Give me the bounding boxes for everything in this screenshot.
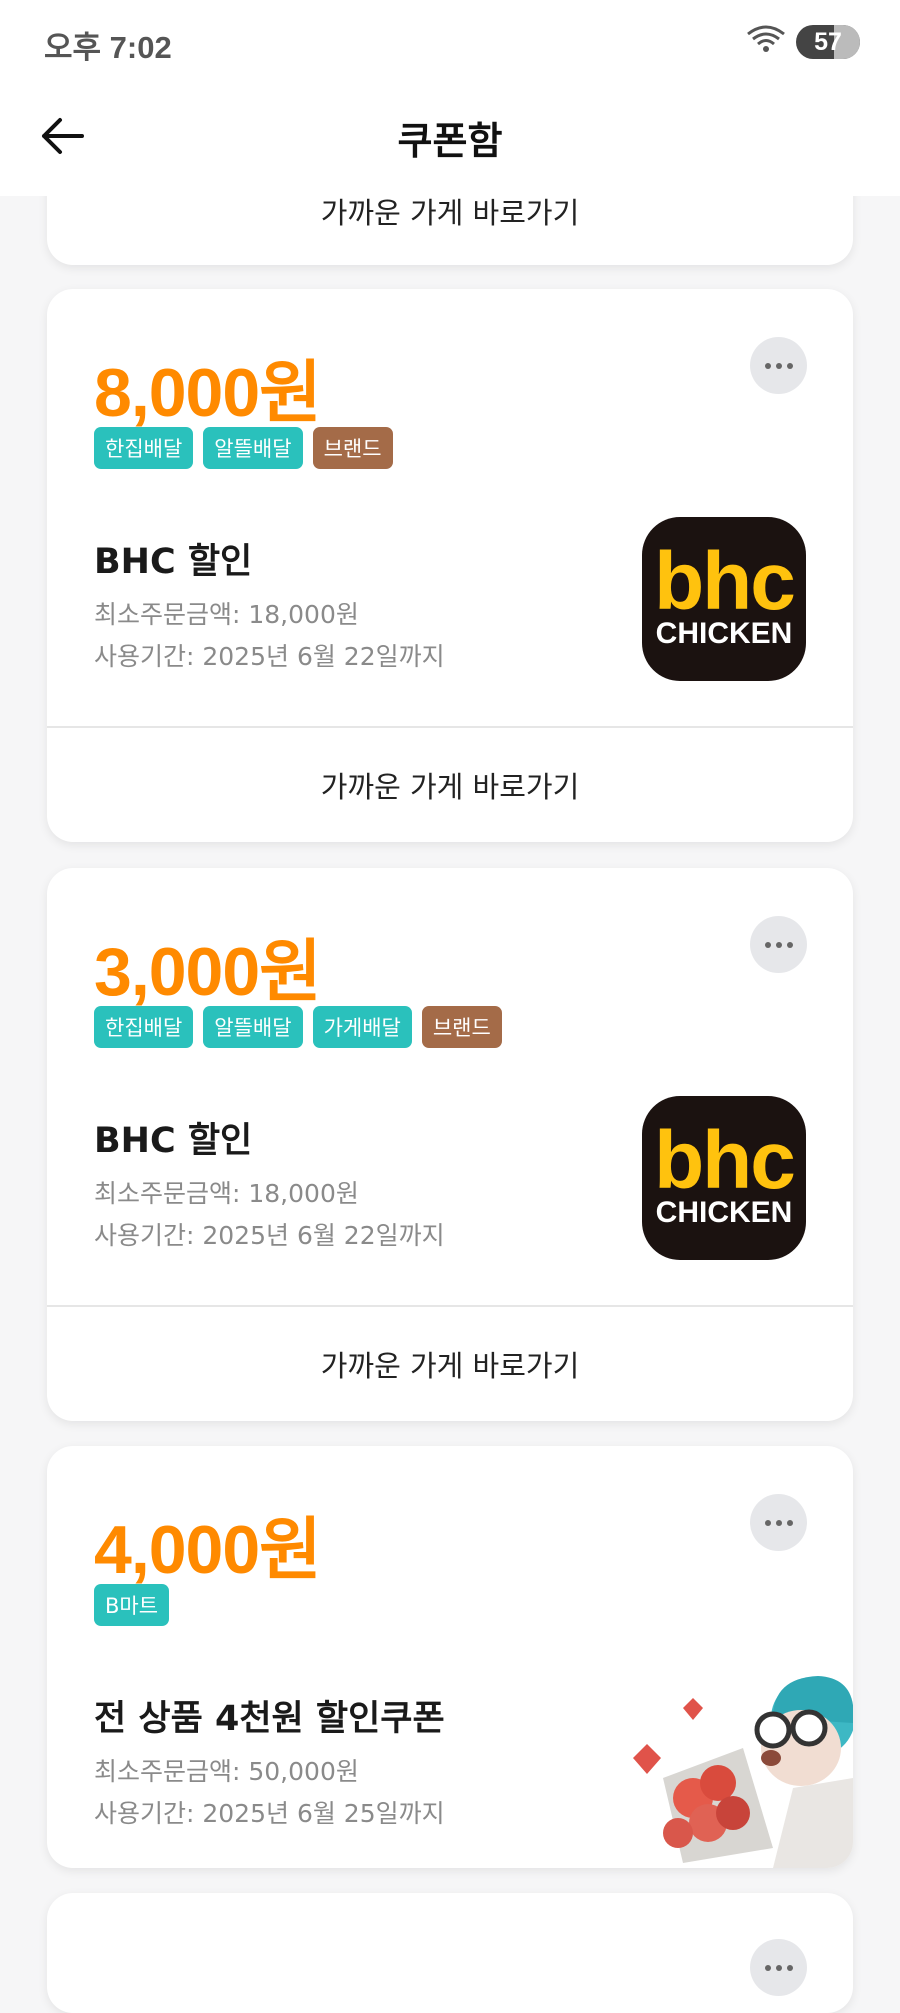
coupon-min-order: 최소주문금액: 18,000원 <box>94 600 359 629</box>
tag-badge: 알뜰배달 <box>203 427 303 469</box>
brand-tag-badge: 브랜드 <box>312 427 393 469</box>
more-options-button[interactable] <box>750 1494 807 1551</box>
dot-icon <box>775 941 782 948</box>
tag-badge: 한집배달 <box>94 1006 194 1048</box>
more-options-button[interactable] <box>750 916 807 973</box>
dot-icon <box>764 1519 771 1526</box>
dot-icon <box>786 1964 793 1971</box>
coupon-period: 사용기간: 2025년 6월 22일까지 <box>94 1221 445 1250</box>
dot-icon <box>775 1519 782 1526</box>
dot-icon <box>786 941 793 948</box>
coupon-body: 4,000원 B마트 전 상품 4천원 할인쿠폰 최소주문금액: 50,000원… <box>47 1446 853 1868</box>
coupon-card: 8,000원 한집배달 알뜰배달 브랜드 BHC 할인 최소주문금액: 18,0… <box>47 289 853 842</box>
nearby-store-link[interactable]: 가까운 가게 바로가기 <box>47 1305 853 1421</box>
coupon-tags: 한집배달 알뜰배달 가게배달 브랜드 <box>94 1006 502 1048</box>
bhc-logo: bhc CHICKEN <box>642 1096 806 1260</box>
more-options-button[interactable] <box>750 337 807 394</box>
dot-icon <box>764 1964 771 1971</box>
coupon-amount: 3,000원 <box>94 934 322 1010</box>
coupon-body: 8,000원 한집배달 알뜰배달 브랜드 BHC 할인 최소주문금액: 18,0… <box>47 289 853 727</box>
status-bar: 오후 7:02 57 <box>0 0 900 84</box>
app-header: 쿠폰함 <box>0 84 900 196</box>
coupon-amount: 4,000원 <box>94 1512 322 1588</box>
logo-wordmark: bhc <box>654 1115 796 1206</box>
coupon-name: BHC 할인 <box>94 1121 253 1161</box>
coupon-amount: 8,000원 <box>94 355 322 431</box>
status-icons: 57 <box>746 24 860 60</box>
coupon-tags: 한집배달 알뜰배달 브랜드 <box>94 427 393 469</box>
dot-icon <box>775 1964 782 1971</box>
coupon-body: 3,000원 한집배달 알뜰배달 가게배달 브랜드 BHC 할인 최소주문금액:… <box>47 868 853 1306</box>
tag-badge: B마트 <box>94 1584 170 1626</box>
coupon-min-order: 최소주문금액: 18,000원 <box>94 1179 359 1208</box>
brand-tag-badge: 브랜드 <box>421 1006 502 1048</box>
coupon-tags: B마트 <box>94 1584 170 1626</box>
logo-wordmark: bhc <box>654 536 796 627</box>
coupon-period: 사용기간: 2025년 6월 22일까지 <box>94 642 445 671</box>
page-title: 쿠폰함 <box>397 119 503 163</box>
battery-indicator: 57 <box>796 25 860 59</box>
dot-icon <box>786 1519 793 1526</box>
tag-badge: 한집배달 <box>94 427 194 469</box>
coupon-card-partial-bottom <box>47 1893 853 2013</box>
tag-badge: 가게배달 <box>312 1006 412 1048</box>
coupon-name: 전 상품 4천원 할인쿠폰 <box>94 1699 445 1739</box>
coupon-name: BHC 할인 <box>94 542 253 582</box>
logo-subtext: CHICKEN <box>655 617 793 650</box>
dot-icon <box>764 941 771 948</box>
mascot-hearts-illustration <box>633 1676 853 1868</box>
more-options-button[interactable] <box>750 1939 807 1996</box>
tag-badge: 알뜰배달 <box>203 1006 303 1048</box>
dot-icon <box>786 362 793 369</box>
bhc-logo: bhc CHICKEN <box>642 517 806 681</box>
dot-icon <box>775 362 782 369</box>
wifi-icon <box>746 24 786 60</box>
status-time: 오후 7:02 <box>44 30 172 65</box>
nearby-store-link[interactable]: 가까운 가게 바로가기 <box>47 726 853 842</box>
coupon-card: 3,000원 한집배달 알뜰배달 가게배달 브랜드 BHC 할인 최소주문금액:… <box>47 868 853 1421</box>
battery-level: 57 <box>814 27 842 56</box>
coupon-card: 4,000원 B마트 전 상품 4천원 할인쿠폰 최소주문금액: 50,000원… <box>47 1446 853 1868</box>
dot-icon <box>764 362 771 369</box>
coupon-min-order: 최소주문금액: 50,000원 <box>94 1757 359 1786</box>
logo-subtext: CHICKEN <box>655 1196 793 1229</box>
coupon-period: 사용기간: 2025년 6월 25일까지 <box>94 1799 445 1828</box>
